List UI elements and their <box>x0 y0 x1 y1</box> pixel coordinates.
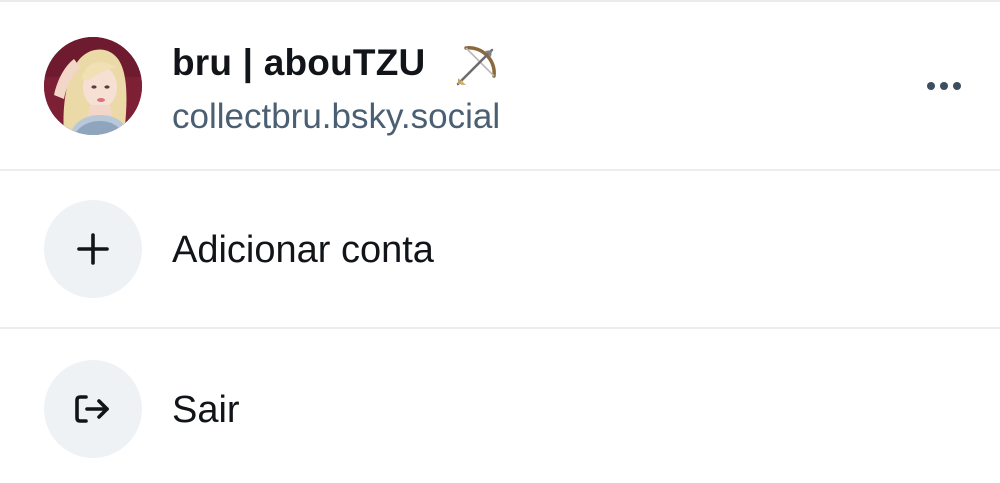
sign-out-icon-circle <box>44 360 142 458</box>
add-account-button[interactable]: Adicionar conta <box>0 171 1000 327</box>
avatar <box>44 37 142 135</box>
add-account-icon-circle <box>44 200 142 298</box>
account-handle: collectbru.bsky.social <box>172 97 501 136</box>
add-account-label: Adicionar conta <box>172 229 434 271</box>
more-horizontal-icon <box>927 82 935 90</box>
more-dot <box>953 82 961 90</box>
sign-out-icon <box>75 395 109 423</box>
sign-out-label: Sair <box>172 389 240 431</box>
more-dot <box>940 82 948 90</box>
display-name: bru | abouTZU <box>172 42 426 83</box>
sign-out-button[interactable]: Sair <box>0 329 1000 483</box>
plus-icon <box>77 233 109 265</box>
bow-and-arrow-icon <box>452 40 502 90</box>
current-account-row[interactable]: bru | abouTZU collectbru.bsky.social <box>0 2 1000 169</box>
account-switcher-sheet: bru | abouTZU collectbru.bsky.social Adi… <box>0 0 1000 483</box>
more-options-button[interactable] <box>918 66 970 106</box>
